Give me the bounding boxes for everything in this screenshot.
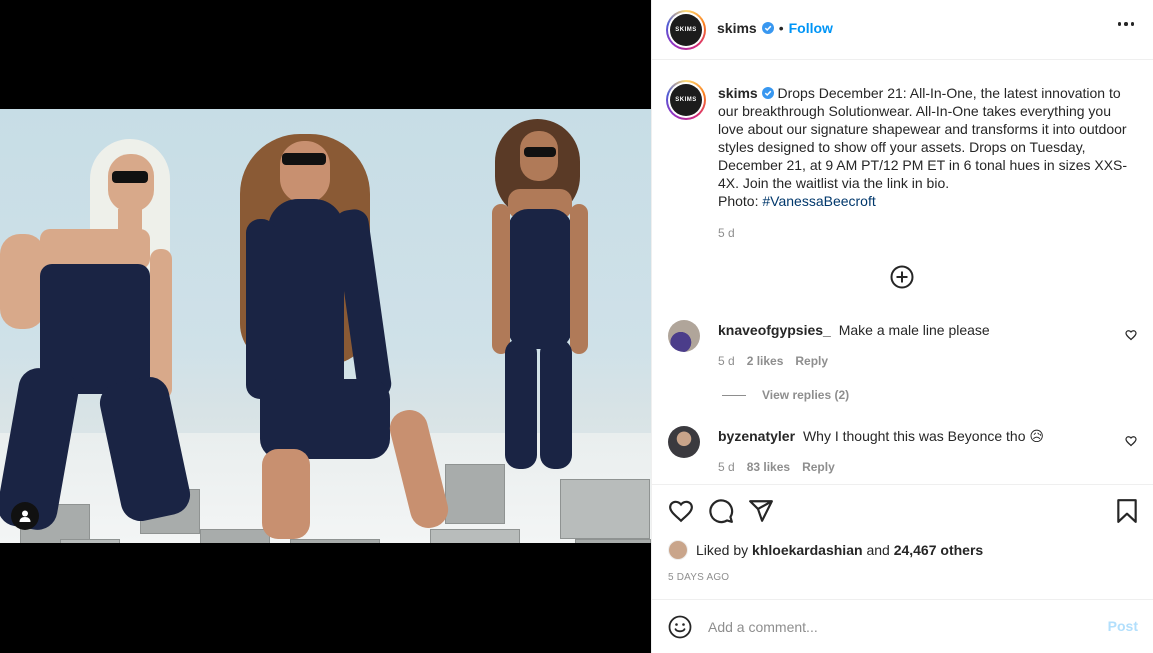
emoji-icon[interactable]	[668, 615, 692, 639]
comment-bubble-icon[interactable]	[708, 498, 734, 524]
post-header: SKIMS skims • Follow	[652, 0, 1153, 60]
photo-credit-hashtag[interactable]: #VanessaBeecroft	[762, 193, 875, 209]
caption-username[interactable]: skims	[718, 85, 758, 101]
likes-middle: and	[866, 542, 890, 558]
more-options-icon[interactable]	[1117, 22, 1134, 26]
post-caption: skims Drops December 21: All-In-One, the…	[718, 84, 1138, 210]
comment-likes[interactable]: 83 likes	[747, 460, 790, 474]
verified-badge-icon	[761, 87, 774, 99]
view-replies-label: View replies (2)	[762, 388, 850, 402]
comment-age[interactable]: 5 d	[718, 354, 735, 368]
verified-badge-icon	[761, 22, 774, 34]
comment-age[interactable]: 5 d	[718, 460, 735, 474]
comment-text: Make a male line please	[838, 322, 990, 338]
follow-button[interactable]: Follow	[789, 20, 833, 36]
save-bookmark-icon[interactable]	[1114, 498, 1140, 524]
comment-meta: 5 d 83 likes Reply	[718, 460, 835, 474]
comment-input[interactable]	[708, 617, 1088, 637]
comment-username[interactable]: knaveofgypsies_	[718, 322, 831, 338]
comment: knaveofgypsies_ Make a male line please	[718, 321, 990, 339]
reply-button[interactable]: Reply	[795, 354, 828, 368]
comment-username[interactable]: byzenatyler	[718, 428, 795, 444]
reply-button[interactable]: Reply	[802, 460, 835, 474]
post-panel: SKIMS skims • Follow SKIMS skims Drops D…	[651, 0, 1153, 653]
header-avatar[interactable]: SKIMS	[666, 10, 706, 50]
comment-meta: 5 d 2 likes Reply	[718, 354, 828, 368]
like-comment-heart-icon[interactable]	[1125, 329, 1137, 341]
caption-age[interactable]: 5 d	[718, 226, 735, 240]
cinder-block	[200, 529, 270, 543]
separator-dot: •	[778, 20, 784, 36]
add-comment-bar: Post	[652, 599, 1153, 653]
cinder-block	[575, 539, 651, 543]
cinder-block	[445, 464, 505, 524]
share-send-icon[interactable]	[748, 498, 774, 524]
post-photo[interactable]	[0, 109, 651, 543]
post-date[interactable]: 5 DAYS AGO	[668, 572, 729, 583]
cinder-block	[290, 539, 380, 543]
cinder-block	[60, 539, 120, 543]
commenter-avatar[interactable]	[668, 426, 700, 458]
cinder-block	[430, 529, 520, 543]
caption-text: Drops December 21: All-In-One, the lates…	[718, 85, 1128, 191]
load-more-comments-icon[interactable]	[890, 265, 914, 289]
likes-others[interactable]: 24,467 others	[894, 542, 984, 558]
action-bar	[652, 484, 1153, 536]
liker-username[interactable]: khloekardashian	[752, 542, 863, 558]
likes-prefix: Liked by	[696, 542, 749, 558]
like-heart-icon[interactable]	[668, 498, 694, 524]
cinder-block	[560, 479, 650, 539]
tagged-users-icon[interactable]	[11, 502, 39, 530]
caption-avatar[interactable]: SKIMS	[666, 80, 706, 120]
post-comment-button[interactable]: Post	[1108, 618, 1138, 634]
view-replies-button[interactable]: View replies (2)	[722, 388, 849, 402]
header-username[interactable]: skims	[717, 20, 757, 36]
like-comment-heart-icon[interactable]	[1125, 435, 1137, 447]
comment-text: Why I thought this was Beyonce tho 😥	[802, 428, 1044, 444]
replies-divider	[722, 394, 746, 396]
likes-summary: Liked by khloekardashian and 24,467 othe…	[668, 540, 983, 560]
avatar-logo: SKIMS	[670, 84, 702, 116]
commenter-avatar[interactable]	[668, 320, 700, 352]
liker-avatar[interactable]	[668, 540, 688, 560]
comment: byzenatyler Why I thought this was Beyon…	[718, 427, 1044, 445]
post-media	[0, 0, 651, 653]
avatar-logo: SKIMS	[670, 14, 702, 46]
photo-credit-prefix: Photo:	[718, 193, 763, 209]
comment-likes[interactable]: 2 likes	[747, 354, 784, 368]
